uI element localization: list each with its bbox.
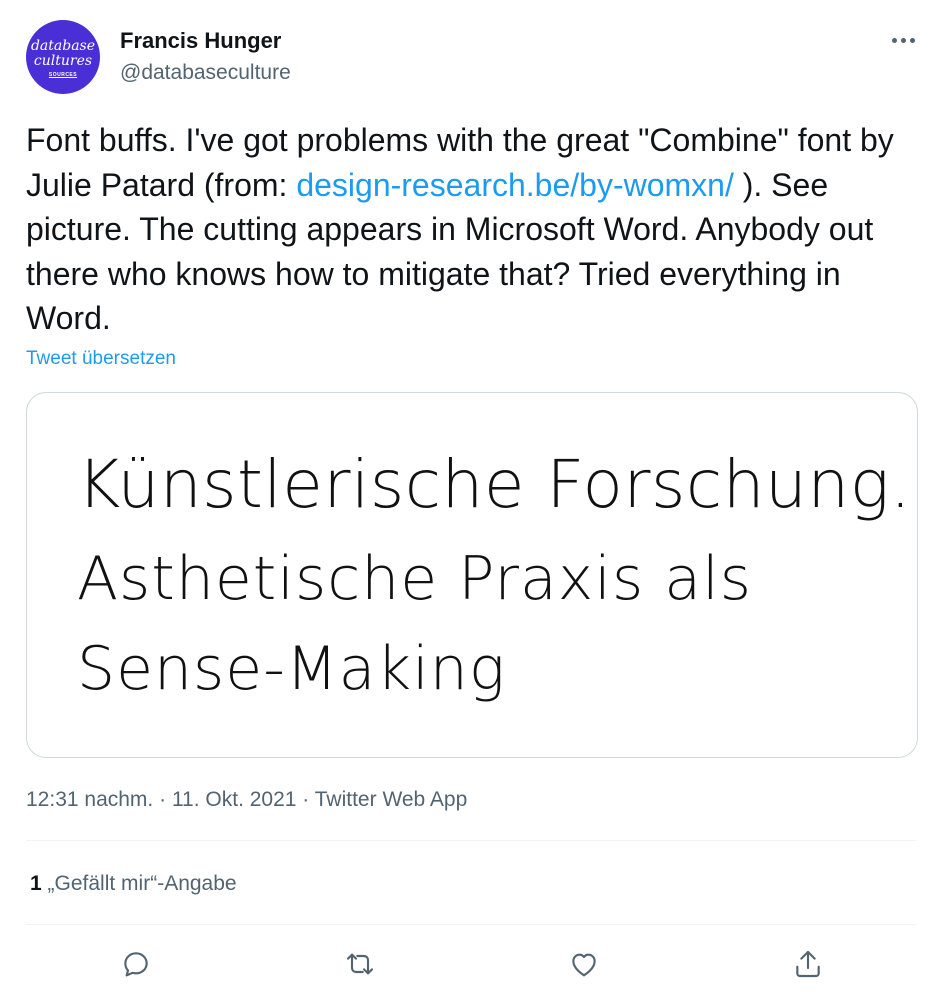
meta-separator: · bbox=[153, 788, 172, 811]
image-text-line: Asthetische Praxis als bbox=[77, 544, 752, 614]
meta-separator: · bbox=[296, 788, 315, 811]
dot bbox=[891, 37, 897, 43]
avatar-text-line: cultures bbox=[33, 53, 93, 69]
tweet-header: database cultures SOURCES Francis Hunger… bbox=[26, 20, 926, 100]
author-handle[interactable]: @databaseculture bbox=[120, 60, 291, 86]
image-text-line: Künstlerische Forschung. bbox=[77, 446, 912, 523]
avatar-text-line: database bbox=[30, 38, 96, 54]
avatar[interactable]: database cultures SOURCES bbox=[26, 20, 100, 94]
likes-count[interactable]: 1 „Gefällt mir“-Angabe bbox=[30, 870, 237, 898]
tweet-date[interactable]: 11. Okt. 2021 bbox=[172, 788, 297, 811]
likes-label: „Gefällt mir“-Angabe bbox=[47, 872, 237, 895]
dot bbox=[900, 37, 906, 43]
tweet-time[interactable]: 12:31 nachm. bbox=[26, 788, 153, 811]
share-icon[interactable] bbox=[790, 946, 826, 982]
author-name[interactable]: Francis Hunger bbox=[120, 28, 281, 54]
retweet-icon[interactable] bbox=[342, 946, 378, 982]
more-options-icon[interactable] bbox=[888, 30, 918, 50]
divider bbox=[26, 924, 916, 925]
divider bbox=[26, 840, 916, 841]
dot bbox=[909, 37, 915, 43]
tweet-meta: 12:31 nachm. · 11. Okt. 2021 · Twitter W… bbox=[26, 786, 467, 814]
like-icon[interactable] bbox=[566, 946, 602, 982]
reply-icon[interactable] bbox=[118, 946, 154, 982]
tweet-image[interactable]: Künstlerische Forschung. Asthetische Pra… bbox=[26, 392, 918, 758]
image-text-line: Sense-Making bbox=[77, 634, 506, 704]
likes-number: 1 bbox=[30, 872, 42, 895]
tweet-actions bbox=[26, 940, 916, 990]
tweet-link[interactable]: design-research.be/by-womxn/ bbox=[296, 167, 734, 203]
tweet-text: Font buffs. I've got problems with the g… bbox=[26, 118, 926, 341]
translate-tweet-link[interactable]: Tweet übersetzen bbox=[26, 347, 176, 371]
tweet-source[interactable]: Twitter Web App bbox=[315, 788, 468, 811]
avatar-text-line: SOURCES bbox=[48, 72, 78, 78]
